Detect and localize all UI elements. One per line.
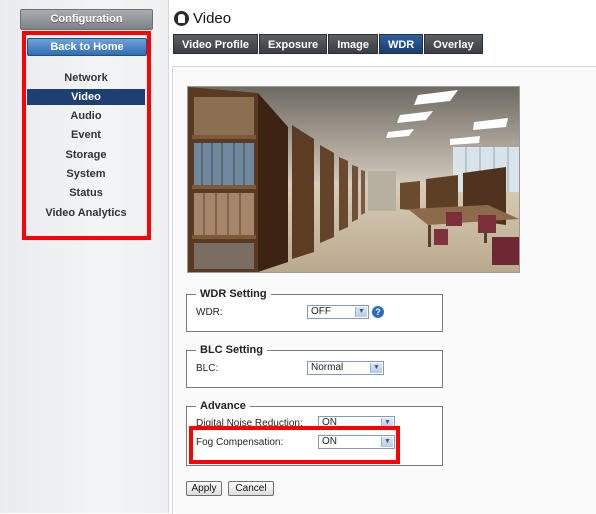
advance-group: Advance [186, 400, 443, 466]
back-to-home-button[interactable]: Back to Home [27, 38, 147, 56]
fog-compensation-label: Fog Compensation: [196, 437, 284, 448]
dnr-select[interactable]: ON ▼ [318, 416, 395, 427]
dnr-row-clip: Digital Noise Reduction: ON ▼ [190, 416, 440, 427]
tab-bar: Video Profile Exposure Image WDR Overlay [173, 34, 483, 54]
wdr-select[interactable]: OFF ▼ [307, 305, 369, 319]
blc-label: BLC: [196, 363, 219, 374]
sidebar-item-audio[interactable]: Audio [27, 108, 145, 124]
tab-wdr[interactable]: WDR [378, 34, 424, 54]
chevron-down-icon: ▼ [381, 437, 393, 447]
sidebar-item-video-analytics[interactable]: Video Analytics [27, 205, 145, 221]
fog-compensation-select-value: ON [322, 436, 337, 447]
tab-overlay[interactable]: Overlay [424, 34, 483, 54]
sidebar-item-video[interactable]: Video [27, 89, 145, 105]
help-icon[interactable]: ? [372, 306, 384, 318]
cancel-button[interactable]: Cancel [228, 481, 274, 496]
apply-button[interactable]: Apply [186, 481, 222, 496]
blc-select-value: Normal [311, 362, 344, 373]
sidebar-item-network[interactable]: Network [27, 70, 145, 86]
dnr-label: Digital Noise Reduction: [196, 418, 303, 427]
sidebar: Configuration Back to Home Network Video… [0, 0, 169, 513]
chevron-down-icon: ▼ [370, 363, 382, 373]
sidebar-item-storage[interactable]: Storage [27, 147, 145, 163]
wdr-setting-legend: WDR Setting [200, 288, 267, 300]
wdr-label: WDR: [196, 307, 223, 318]
fog-compensation-select[interactable]: ON ▼ [318, 435, 395, 449]
wdr-select-value: OFF [311, 306, 331, 317]
page-title: Video [174, 8, 231, 28]
sidebar-item-event[interactable]: Event [27, 127, 145, 143]
chevron-down-icon: ▼ [381, 418, 393, 427]
sidebar-item-system[interactable]: System [27, 166, 145, 182]
video-camera-icon [174, 10, 189, 26]
sidebar-item-status[interactable]: Status [27, 185, 145, 201]
camera-preview-image [187, 86, 520, 273]
chevron-down-icon: ▼ [355, 307, 367, 317]
tab-exposure[interactable]: Exposure [259, 34, 328, 54]
page-title-text: Video [193, 9, 232, 27]
dnr-select-value: ON [322, 417, 337, 427]
blc-setting-legend: BLC Setting [200, 344, 263, 356]
tab-video-profile[interactable]: Video Profile [173, 34, 259, 54]
tab-image[interactable]: Image [328, 34, 378, 54]
advance-legend: Advance [200, 400, 246, 412]
configuration-header: Configuration [20, 9, 153, 30]
blc-select[interactable]: Normal ▼ [307, 361, 384, 375]
